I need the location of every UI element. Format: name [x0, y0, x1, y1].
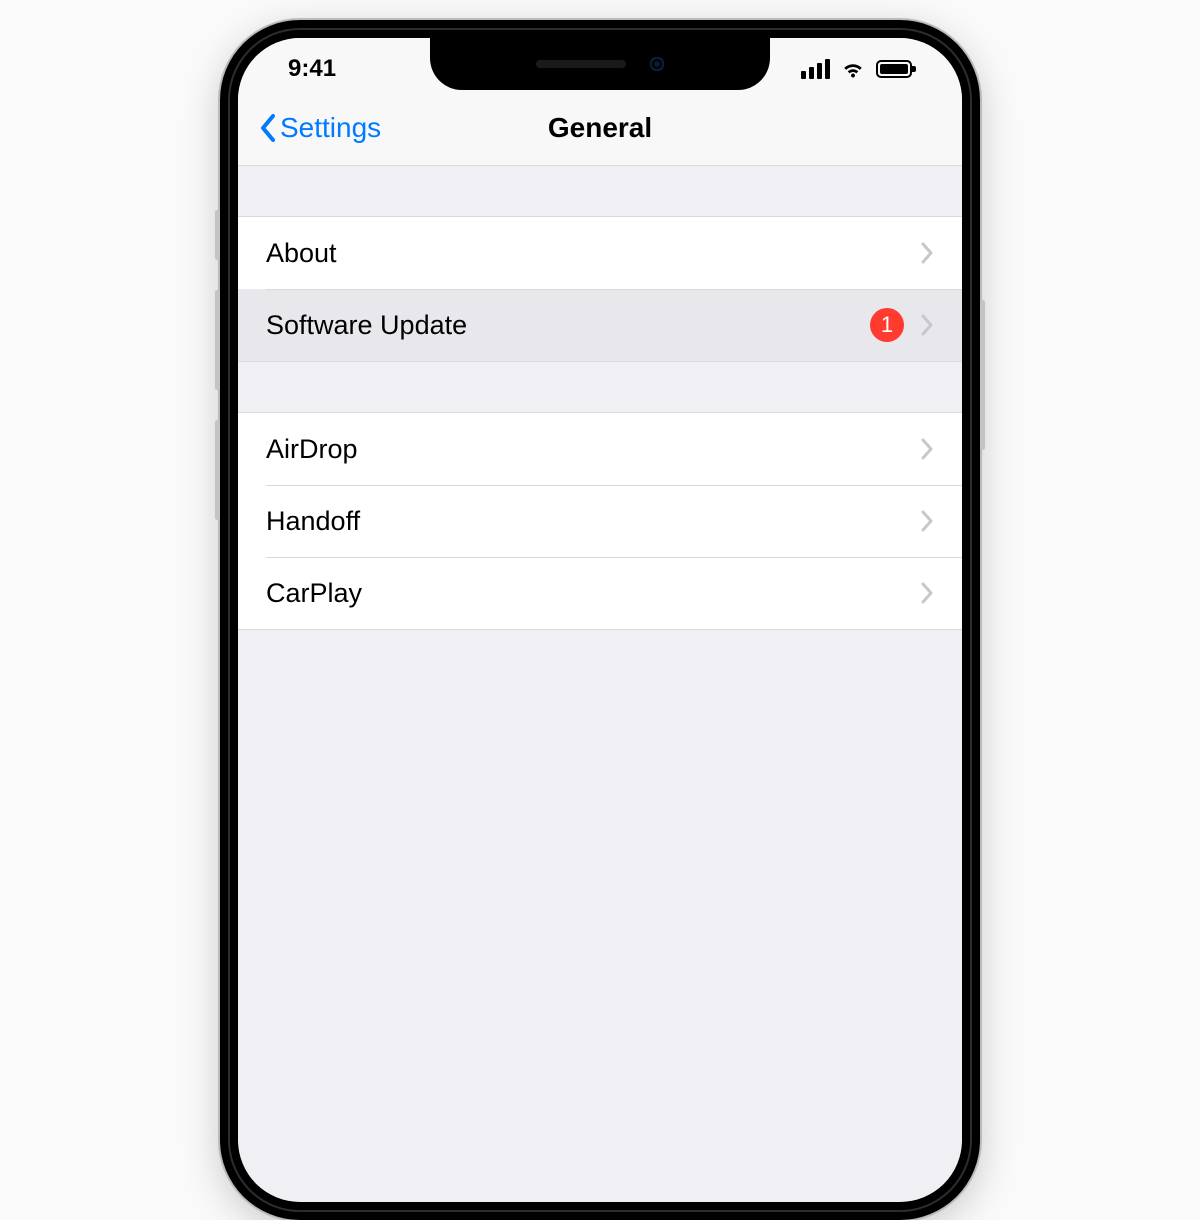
notch — [430, 38, 770, 90]
row-handoff[interactable]: Handoff — [238, 485, 962, 557]
cellular-signal-icon — [801, 59, 830, 79]
page-title: General — [548, 112, 652, 144]
status-time: 9:41 — [288, 45, 336, 83]
chevron-left-icon — [258, 113, 276, 143]
chevron-right-icon — [920, 437, 934, 461]
back-button[interactable]: Settings — [258, 112, 381, 144]
section-gap — [238, 166, 962, 216]
navigation-bar: Settings General — [238, 90, 962, 166]
battery-icon — [876, 60, 912, 78]
volume-down-button — [215, 420, 220, 520]
settings-list-1: About Software Update 1 — [238, 216, 962, 362]
row-carplay[interactable]: CarPlay — [238, 557, 962, 629]
row-label: Handoff — [266, 506, 360, 537]
chevron-right-icon — [920, 241, 934, 265]
chevron-right-icon — [920, 313, 934, 337]
mute-switch — [215, 210, 220, 260]
wifi-icon — [840, 59, 866, 79]
row-label: Software Update — [266, 310, 467, 341]
row-label: AirDrop — [266, 434, 358, 465]
power-button — [980, 300, 985, 450]
chevron-right-icon — [920, 509, 934, 533]
notification-badge: 1 — [870, 308, 904, 342]
row-about[interactable]: About — [238, 217, 962, 289]
chevron-right-icon — [920, 581, 934, 605]
status-right — [801, 49, 912, 79]
section-gap — [238, 362, 962, 412]
iphone-frame: 9:41 Settings General — [220, 20, 980, 1220]
settings-list-2: AirDrop Handoff CarPlay — [238, 412, 962, 630]
row-software-update[interactable]: Software Update 1 — [238, 289, 962, 361]
front-camera — [650, 57, 664, 71]
speaker-grille — [536, 60, 626, 68]
row-label: About — [266, 238, 337, 269]
screen: 9:41 Settings General — [238, 38, 962, 1202]
row-airdrop[interactable]: AirDrop — [238, 413, 962, 485]
back-label: Settings — [280, 112, 381, 144]
volume-up-button — [215, 290, 220, 390]
row-label: CarPlay — [266, 578, 362, 609]
